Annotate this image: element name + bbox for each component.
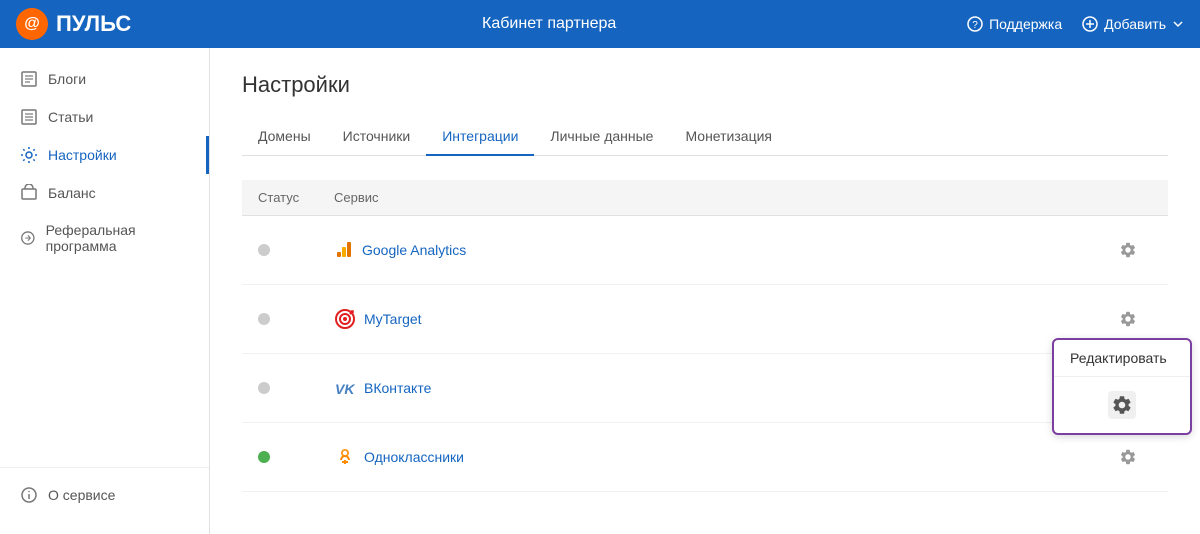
sidebar-balance-label: Баланс — [48, 185, 96, 201]
status-dot-mt — [258, 313, 270, 325]
sidebar-item-about[interactable]: О сервисе — [0, 476, 209, 514]
header-center-title: Кабинет партнера — [482, 15, 616, 33]
vk-icon: VK — [334, 377, 356, 399]
sidebar-settings-label: Настройки — [48, 147, 117, 163]
mt-name: MyTarget — [364, 311, 422, 327]
sidebar-item-balance[interactable]: Баланс — [0, 174, 209, 212]
service-ok: Одноклассники — [334, 446, 1096, 468]
ga-name: Google Analytics — [362, 242, 466, 258]
tab-domains[interactable]: Домены — [242, 118, 327, 156]
status-dot-vk — [258, 382, 270, 394]
sidebar-referral-label: Реферальная программа — [46, 222, 189, 254]
table-row: Google Analytics — [242, 216, 1168, 285]
page-title: Настройки — [242, 72, 1168, 98]
popup-gear-icon — [1111, 394, 1133, 416]
settings-icon — [20, 146, 38, 164]
popup-gear-button[interactable] — [1108, 391, 1136, 419]
table-header: Статус Сервис — [242, 180, 1168, 216]
tabs: Домены Источники Интеграции Личные данны… — [242, 118, 1168, 156]
tab-personal[interactable]: Личные данные — [534, 118, 669, 156]
popup-gear-section — [1054, 377, 1190, 433]
sidebar-about-label: О сервисе — [48, 487, 115, 503]
ok-icon — [334, 446, 356, 468]
ga-icon — [334, 240, 354, 260]
sidebar-blogs-label: Блоги — [48, 71, 86, 87]
table-row: VK ВКонтакте — [242, 354, 1168, 423]
gear-button-ok[interactable] — [1112, 441, 1144, 473]
layout: Блоги Статьи Настройки Баланс — [0, 48, 1200, 534]
status-dot-ga — [258, 244, 270, 256]
header: @ ПУЛЬС Кабинет партнера ? Поддержка Доб… — [0, 0, 1200, 48]
add-button[interactable]: Добавить — [1082, 16, 1184, 32]
sidebar-articles-label: Статьи — [48, 109, 93, 125]
balance-icon — [20, 184, 38, 202]
status-dot-ok — [258, 451, 270, 463]
col-status-header: Статус — [258, 190, 318, 205]
svg-text:VK: VK — [335, 381, 355, 397]
sidebar-item-referral[interactable]: Реферальная программа — [0, 212, 209, 264]
add-label: Добавить — [1104, 16, 1166, 32]
logo-text: ПУЛЬС — [56, 11, 131, 37]
logo-icon: @ — [16, 8, 48, 40]
table-row: MyTarget — [242, 285, 1168, 354]
vk-name: ВКонтакте — [364, 380, 431, 396]
col-service-header: Сервис — [334, 190, 1096, 205]
tab-sources[interactable]: Источники — [327, 118, 427, 156]
logo[interactable]: @ ПУЛЬС — [16, 8, 131, 40]
svg-text:?: ? — [972, 20, 978, 31]
gear-button-ga[interactable] — [1112, 234, 1144, 266]
gear-popup: Редактировать — [1052, 338, 1192, 435]
main-content: Настройки Домены Источники Интеграции Ли… — [210, 48, 1200, 534]
support-label: Поддержка — [989, 16, 1062, 32]
tab-monetization[interactable]: Монетизация — [669, 118, 788, 156]
chevron-down-icon — [1172, 18, 1184, 30]
header-right: ? Поддержка Добавить — [967, 16, 1184, 32]
plus-icon — [1082, 16, 1098, 32]
info-icon — [20, 486, 38, 504]
service-mt: MyTarget — [334, 308, 1096, 330]
article-icon — [20, 108, 38, 126]
service-ga: Google Analytics — [334, 240, 1096, 260]
book-icon — [20, 70, 38, 88]
ok-name: Одноклассники — [364, 449, 464, 465]
referral-icon — [20, 229, 36, 247]
sidebar-item-articles[interactable]: Статьи — [0, 98, 209, 136]
sidebar: Блоги Статьи Настройки Баланс — [0, 48, 210, 534]
popup-edit-button[interactable]: Редактировать — [1054, 340, 1190, 377]
sidebar-item-blogs[interactable]: Блоги — [0, 60, 209, 98]
mytarget-icon — [334, 308, 356, 330]
table-row: Одноклассники — [242, 423, 1168, 492]
sidebar-item-settings[interactable]: Настройки — [0, 136, 209, 174]
gear-icon — [1119, 448, 1137, 466]
gear-button-mt[interactable] — [1112, 303, 1144, 335]
gear-icon — [1119, 310, 1137, 328]
sidebar-bottom: О сервисе — [0, 467, 209, 522]
gear-icon — [1119, 241, 1137, 259]
support-button[interactable]: ? Поддержка — [967, 16, 1062, 32]
service-vk: VK ВКонтакте — [334, 377, 1096, 399]
tab-integrations[interactable]: Интеграции — [426, 118, 534, 156]
question-icon: ? — [967, 16, 983, 32]
